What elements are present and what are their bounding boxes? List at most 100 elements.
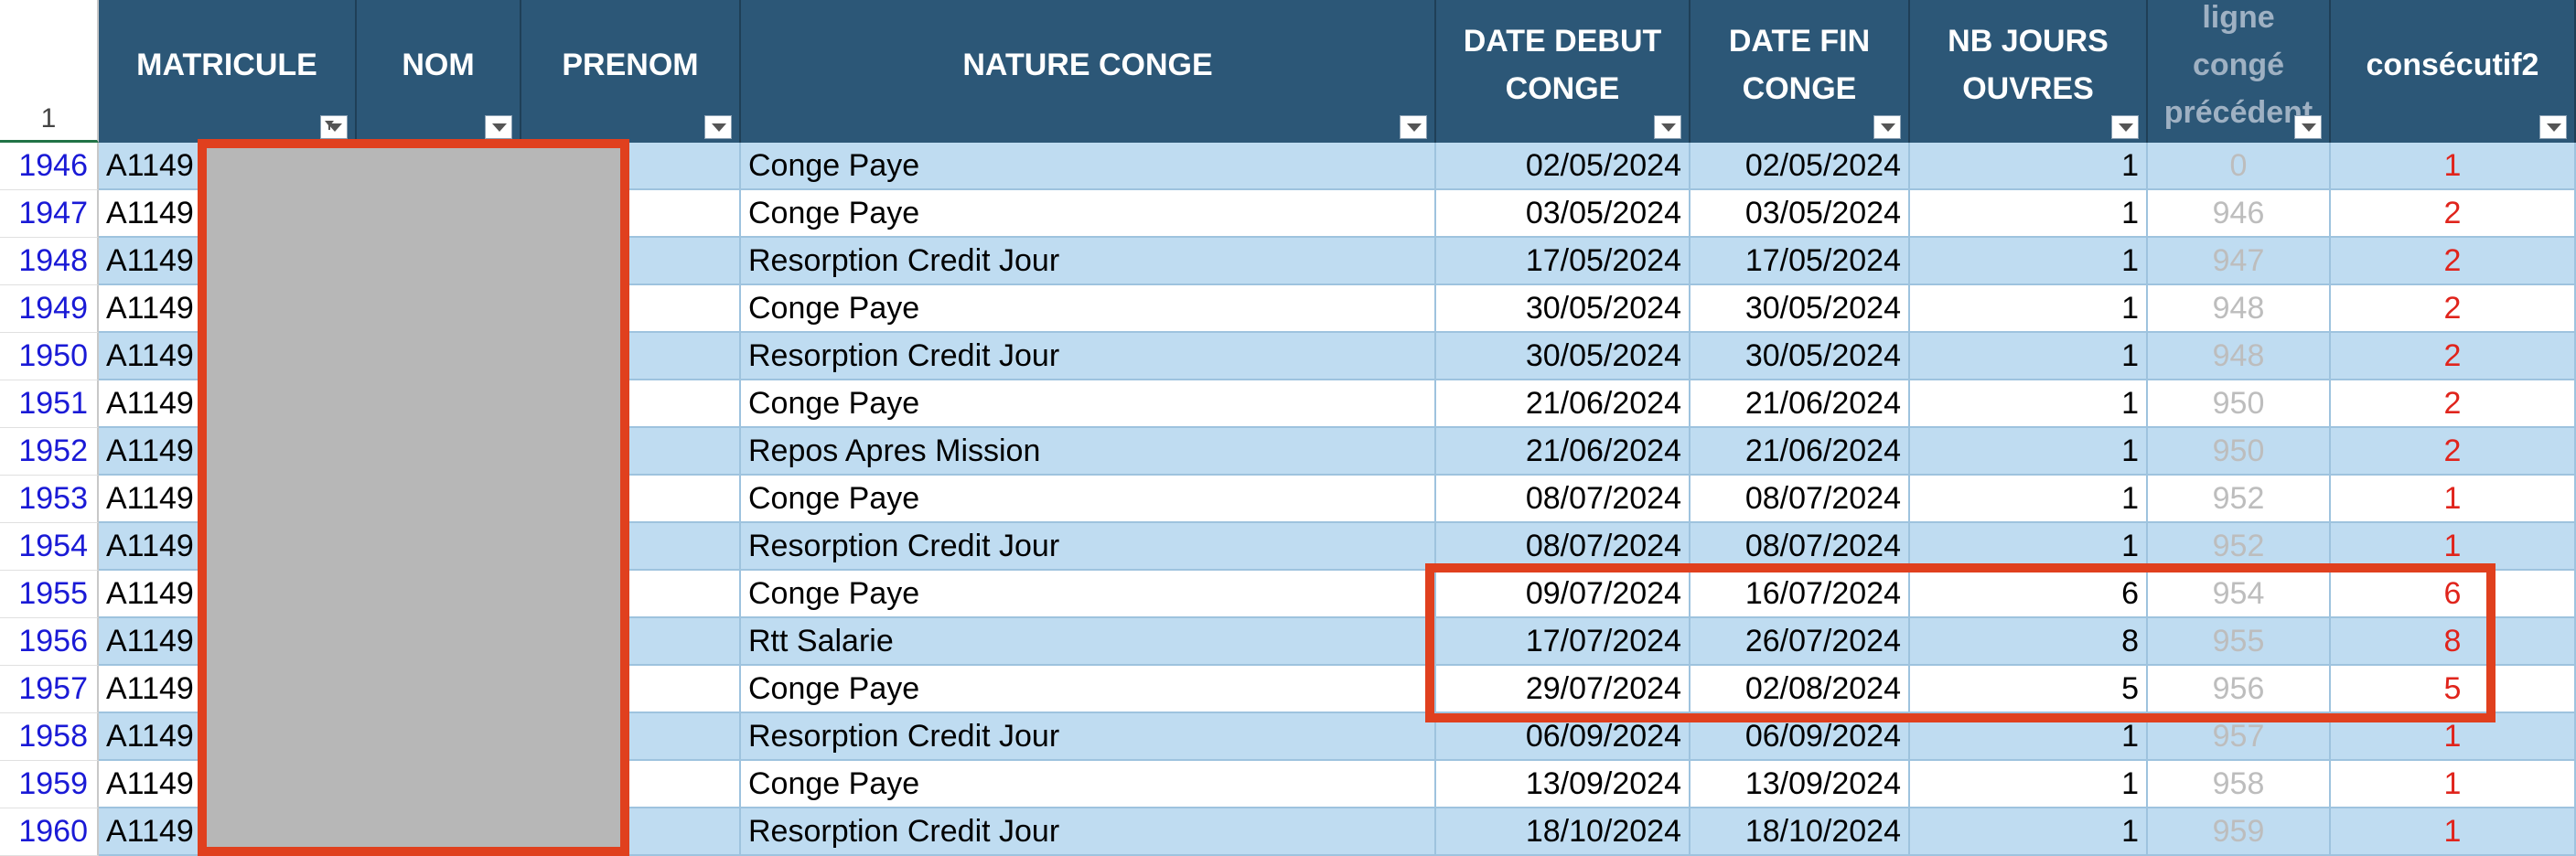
cell-nb-jours[interactable]: 1: [1910, 761, 2148, 808]
cell-date-fin[interactable]: 30/05/2024: [1690, 285, 1910, 333]
cell-nature-conge[interactable]: Conge Paye: [741, 143, 1436, 190]
row-header-1[interactable]: 1: [0, 0, 99, 143]
row-number[interactable]: 1957: [0, 666, 99, 713]
cell-date-debut[interactable]: 08/07/2024: [1436, 476, 1690, 523]
cell-nature-conge[interactable]: Resorption Credit Jour: [741, 808, 1436, 856]
column-header-prenom[interactable]: PRENOM: [521, 0, 741, 143]
cell-nature-conge[interactable]: Conge Paye: [741, 476, 1436, 523]
cell-consecutif[interactable]: 1: [2331, 476, 2576, 523]
row-number[interactable]: 1960: [0, 808, 99, 856]
row-number[interactable]: 1947: [0, 190, 99, 238]
cell-nature-conge[interactable]: Conge Paye: [741, 666, 1436, 713]
cell-nb-jours[interactable]: 1: [1910, 333, 2148, 380]
row-number[interactable]: 1949: [0, 285, 99, 333]
column-header-nom[interactable]: NOM: [357, 0, 521, 143]
filter-dropdown-icon[interactable]: [2294, 115, 2322, 139]
cell-date-debut[interactable]: 18/10/2024: [1436, 808, 1690, 856]
cell-date-fin[interactable]: 13/09/2024: [1690, 761, 1910, 808]
cell-nature-conge[interactable]: Conge Paye: [741, 571, 1436, 618]
cell-nature-conge[interactable]: Resorption Credit Jour: [741, 523, 1436, 571]
cell-date-debut[interactable]: 03/05/2024: [1436, 190, 1690, 238]
column-header-nature-conge[interactable]: NATURE CONGE: [741, 0, 1436, 143]
filter-dropdown-icon[interactable]: [704, 115, 732, 139]
cell-ligne-precedent[interactable]: 950: [2148, 380, 2331, 428]
cell-date-fin[interactable]: 17/05/2024: [1690, 238, 1910, 285]
column-header-nb-jours[interactable]: NB JOURS OUVRES: [1910, 0, 2148, 143]
cell-consecutif[interactable]: 2: [2331, 428, 2576, 476]
row-number[interactable]: 1950: [0, 333, 99, 380]
row-number[interactable]: 1954: [0, 523, 99, 571]
cell-consecutif[interactable]: 2: [2331, 190, 2576, 238]
cell-nb-jours[interactable]: 1: [1910, 808, 2148, 856]
cell-nb-jours[interactable]: 1: [1910, 380, 2148, 428]
column-header-ligne-precedent[interactable]: ligne congé précédent: [2148, 0, 2331, 143]
cell-date-debut[interactable]: 30/05/2024: [1436, 333, 1690, 380]
cell-date-fin[interactable]: 02/05/2024: [1690, 143, 1910, 190]
cell-consecutif[interactable]: 2: [2331, 380, 2576, 428]
row-number[interactable]: 1956: [0, 618, 99, 666]
cell-nature-conge[interactable]: Repos Apres Mission: [741, 428, 1436, 476]
cell-consecutif[interactable]: 1: [2331, 808, 2576, 856]
cell-ligne-precedent[interactable]: 950: [2148, 428, 2331, 476]
filter-dropdown-icon[interactable]: [2111, 115, 2139, 139]
cell-date-debut[interactable]: 21/06/2024: [1436, 380, 1690, 428]
filter-dropdown-icon[interactable]: [485, 115, 512, 139]
filter-dropdown-icon[interactable]: [1654, 115, 1681, 139]
filter-dropdown-icon[interactable]: [1400, 115, 1427, 139]
cell-nb-jours[interactable]: 1: [1910, 238, 2148, 285]
cell-ligne-precedent[interactable]: 952: [2148, 476, 2331, 523]
row-number[interactable]: 1959: [0, 761, 99, 808]
filter-dropdown-icon[interactable]: [2539, 115, 2567, 139]
cell-consecutif[interactable]: 2: [2331, 333, 2576, 380]
cell-nb-jours[interactable]: 1: [1910, 476, 2148, 523]
cell-nature-conge[interactable]: Resorption Credit Jour: [741, 238, 1436, 285]
row-number[interactable]: 1946: [0, 143, 99, 190]
cell-ligne-precedent[interactable]: 0: [2148, 143, 2331, 190]
cell-date-debut[interactable]: 17/05/2024: [1436, 238, 1690, 285]
row-number[interactable]: 1952: [0, 428, 99, 476]
cell-date-fin[interactable]: 30/05/2024: [1690, 333, 1910, 380]
cell-date-fin[interactable]: 18/10/2024: [1690, 808, 1910, 856]
cell-nature-conge[interactable]: Conge Paye: [741, 190, 1436, 238]
filter-active-icon[interactable]: [320, 115, 348, 139]
cell-consecutif[interactable]: 1: [2331, 761, 2576, 808]
row-number[interactable]: 1958: [0, 713, 99, 761]
cell-nb-jours[interactable]: 1: [1910, 190, 2148, 238]
highlight-box-names: [198, 139, 629, 856]
cell-date-fin[interactable]: 08/07/2024: [1690, 476, 1910, 523]
column-header-consecutif[interactable]: consécutif2: [2331, 0, 2576, 143]
row-number[interactable]: 1948: [0, 238, 99, 285]
cell-consecutif[interactable]: 1: [2331, 143, 2576, 190]
cell-ligne-precedent[interactable]: 958: [2148, 761, 2331, 808]
cell-ligne-precedent[interactable]: 948: [2148, 333, 2331, 380]
cell-date-debut[interactable]: 13/09/2024: [1436, 761, 1690, 808]
column-header-date-fin[interactable]: DATE FIN CONGE: [1690, 0, 1910, 143]
cell-date-debut[interactable]: 02/05/2024: [1436, 143, 1690, 190]
cell-nature-conge[interactable]: Conge Paye: [741, 285, 1436, 333]
column-header-matricule[interactable]: MATRICULE: [99, 0, 357, 143]
cell-ligne-precedent[interactable]: 946: [2148, 190, 2331, 238]
cell-ligne-precedent[interactable]: 959: [2148, 808, 2331, 856]
row-number[interactable]: 1953: [0, 476, 99, 523]
filter-dropdown-icon[interactable]: [1873, 115, 1901, 139]
cell-date-debut[interactable]: 30/05/2024: [1436, 285, 1690, 333]
cell-ligne-precedent[interactable]: 948: [2148, 285, 2331, 333]
cell-date-fin[interactable]: 03/05/2024: [1690, 190, 1910, 238]
cell-date-fin[interactable]: 21/06/2024: [1690, 380, 1910, 428]
cell-nature-conge[interactable]: Conge Paye: [741, 761, 1436, 808]
cell-nature-conge[interactable]: Resorption Credit Jour: [741, 713, 1436, 761]
cell-ligne-precedent[interactable]: 947: [2148, 238, 2331, 285]
cell-consecutif[interactable]: 2: [2331, 238, 2576, 285]
cell-consecutif[interactable]: 2: [2331, 285, 2576, 333]
cell-date-debut[interactable]: 21/06/2024: [1436, 428, 1690, 476]
cell-nb-jours[interactable]: 1: [1910, 143, 2148, 190]
cell-nb-jours[interactable]: 1: [1910, 285, 2148, 333]
cell-nb-jours[interactable]: 1: [1910, 428, 2148, 476]
cell-nature-conge[interactable]: Resorption Credit Jour: [741, 333, 1436, 380]
row-number[interactable]: 1955: [0, 571, 99, 618]
cell-nature-conge[interactable]: Rtt Salarie: [741, 618, 1436, 666]
cell-date-fin[interactable]: 21/06/2024: [1690, 428, 1910, 476]
cell-nature-conge[interactable]: Conge Paye: [741, 380, 1436, 428]
row-number[interactable]: 1951: [0, 380, 99, 428]
column-header-date-debut[interactable]: DATE DEBUT CONGE: [1436, 0, 1690, 143]
